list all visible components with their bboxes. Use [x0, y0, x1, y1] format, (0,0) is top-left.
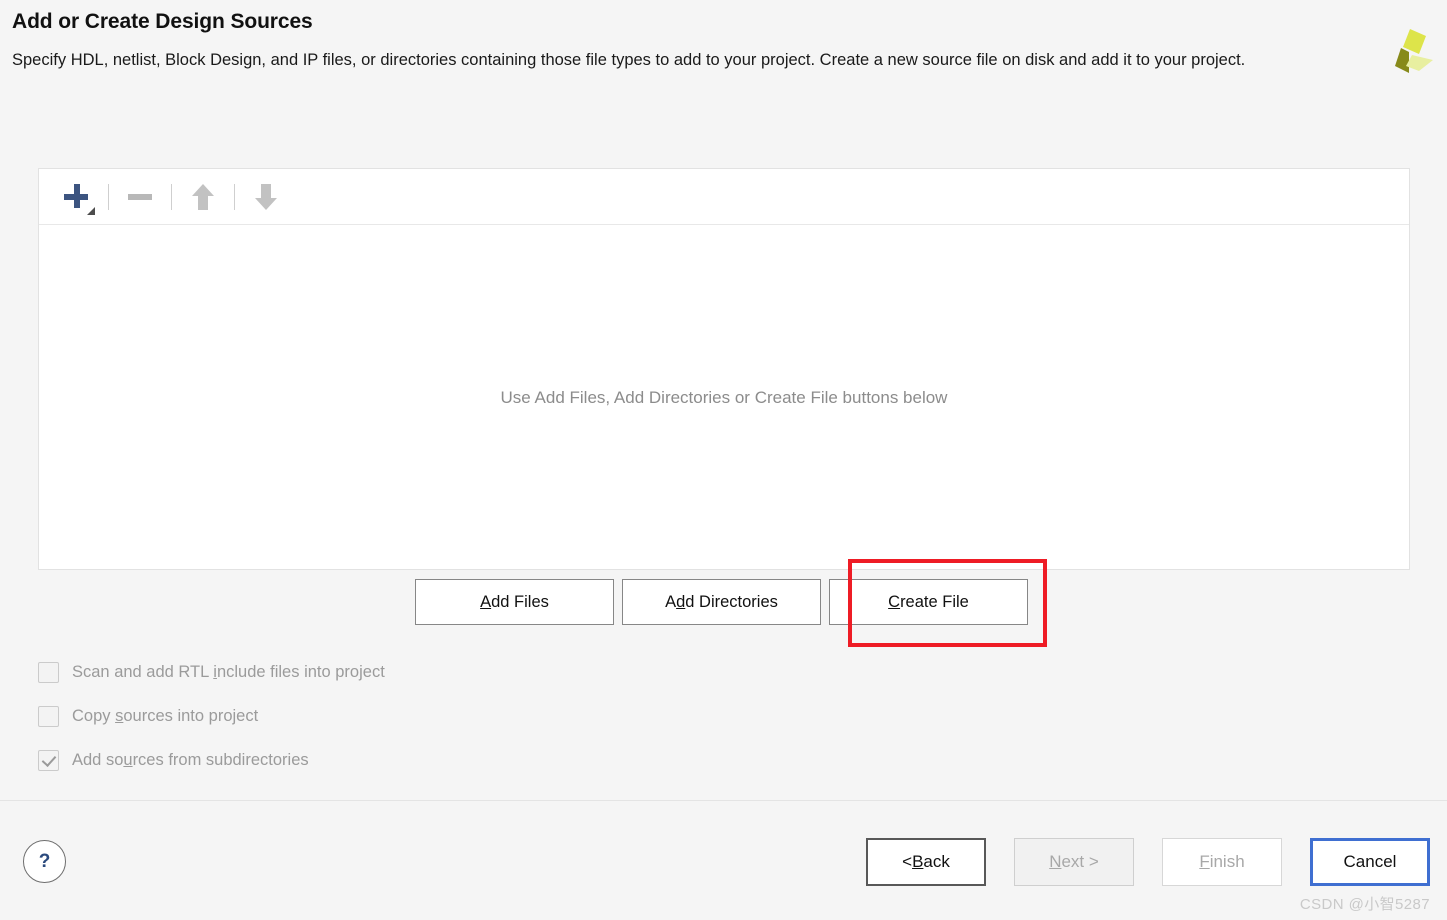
move-down-button[interactable] — [244, 177, 288, 217]
next-label: ext > — [1061, 852, 1099, 871]
footer-separator — [0, 800, 1447, 801]
add-directories-button[interactable]: Add Directories — [622, 579, 821, 625]
create-file-label: reate File — [900, 592, 969, 611]
next-mnemonic: N — [1049, 852, 1062, 871]
add-directories-prefix: A — [665, 592, 677, 611]
copy-sources-label: Copy sources into project — [72, 706, 259, 725]
back-button[interactable]: < Back — [866, 838, 986, 886]
toolbar-separator — [171, 183, 172, 210]
plus-icon — [63, 183, 95, 215]
add-directories-label: d Directories — [685, 592, 778, 611]
wizard-navigation-buttons: < Back Next > Finish Cancel — [866, 838, 1430, 886]
source-action-buttons: Add Files Add Directories Create File — [415, 579, 1028, 625]
toolbar-separator — [108, 183, 109, 210]
sources-list-area[interactable]: Use Add Files, Add Directories or Create… — [39, 226, 1409, 569]
scan-rtl-include-checkbox-row[interactable]: Scan and add RTL include files into proj… — [38, 650, 385, 694]
finish-button[interactable]: Finish — [1162, 838, 1282, 886]
finish-label: inish — [1209, 852, 1245, 871]
finish-mnemonic: F — [1199, 852, 1210, 871]
create-file-button[interactable]: Create File — [829, 579, 1028, 625]
arrow-down-icon — [255, 183, 277, 210]
scan-rtl-include-label: Scan and add RTL include files into proj… — [72, 662, 385, 681]
sources-toolbar — [39, 169, 1409, 225]
create-file-mnemonic: C — [888, 592, 901, 611]
add-directories-mnemonic: d — [676, 592, 686, 611]
add-files-label: dd Files — [491, 592, 549, 611]
minus-icon — [128, 193, 152, 200]
source-options-group: Scan and add RTL include files into proj… — [38, 650, 385, 782]
copy-sources-checkbox[interactable] — [38, 705, 59, 727]
back-label: ack — [923, 852, 950, 871]
add-subdirectories-checkbox-row[interactable]: Add sources from subdirectories — [38, 738, 385, 782]
dialog-header: Add or Create Design Sources Specify HDL… — [0, 0, 1447, 130]
remove-sources-button[interactable] — [118, 177, 162, 217]
xilinx-logo — [1381, 28, 1439, 80]
page-description: Specify HDL, netlist, Block Design, and … — [12, 51, 1246, 69]
page-title: Add or Create Design Sources — [12, 10, 313, 33]
arrow-up-icon — [192, 183, 214, 210]
toolbar-separator — [234, 183, 235, 210]
design-sources-panel: Use Add Files, Add Directories or Create… — [38, 168, 1410, 570]
sources-empty-message: Use Add Files, Add Directories or Create… — [500, 387, 948, 407]
cancel-button[interactable]: Cancel — [1310, 838, 1430, 886]
copy-sources-checkbox-row[interactable]: Copy sources into project — [38, 694, 385, 738]
help-button[interactable]: ? — [23, 840, 66, 883]
add-subdirectories-checkbox[interactable] — [38, 749, 59, 771]
move-up-button[interactable] — [181, 177, 225, 217]
next-button[interactable]: Next > — [1014, 838, 1134, 886]
add-files-button[interactable]: Add Files — [415, 579, 614, 625]
add-subdirectories-label: Add sources from subdirectories — [72, 750, 309, 769]
csdn-watermark: CSDN @小智5287 — [1299, 896, 1430, 913]
back-mnemonic: B — [912, 852, 924, 871]
scan-rtl-include-checkbox[interactable] — [38, 661, 59, 683]
add-sources-button[interactable] — [55, 177, 99, 217]
chevron-down-icon — [87, 206, 95, 215]
back-prefix: < — [902, 852, 913, 871]
add-files-mnemonic: A — [480, 592, 492, 611]
